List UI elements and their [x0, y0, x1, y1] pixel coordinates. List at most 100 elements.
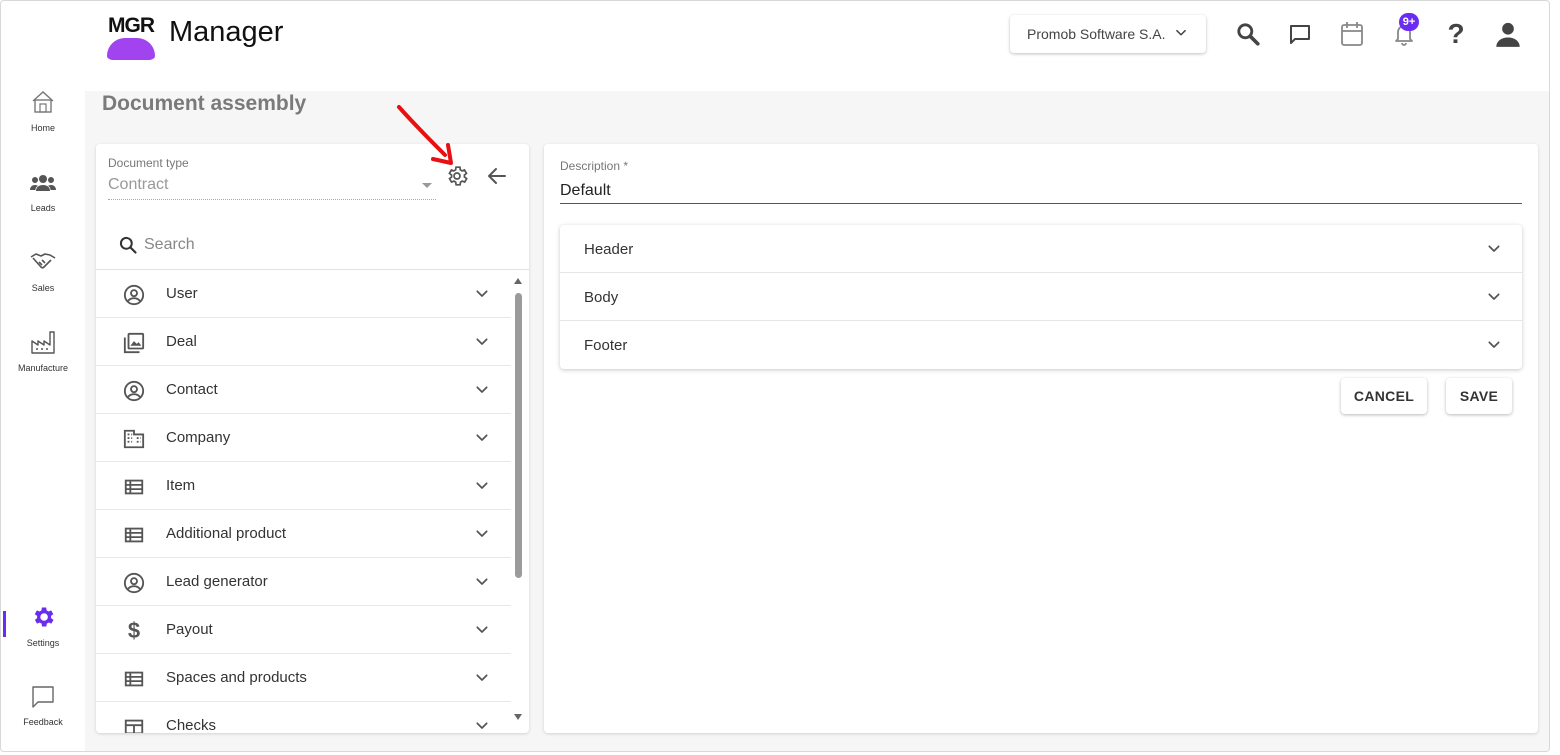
- app-window: MGR Manager Promob Software S.A. 9+ ? Ho…: [0, 0, 1550, 752]
- list-icon: [122, 667, 146, 691]
- handshake-icon: [30, 253, 56, 269]
- annotation-arrow-icon: [397, 105, 453, 165]
- chevron-down-icon[interactable]: [474, 622, 490, 638]
- description-label: Description *: [560, 159, 629, 173]
- document-type-underline: [108, 199, 436, 200]
- gear-icon: [34, 607, 54, 627]
- document-editor-panel: Description * Header Body Footer CANCEL …: [544, 144, 1538, 733]
- list-item[interactable]: Spaces and products: [96, 654, 511, 702]
- company-selector[interactable]: Promob Software S.A.: [1010, 15, 1206, 53]
- list-item[interactable]: Additional product: [96, 510, 511, 558]
- list-item-label: Spaces and products: [166, 669, 307, 686]
- list-item[interactable]: Item: [96, 462, 511, 510]
- search-input[interactable]: [144, 234, 444, 256]
- people-icon: [30, 175, 56, 191]
- app-name: Manager: [169, 16, 284, 48]
- list-icon: [122, 475, 146, 499]
- sidebar-item-settings[interactable]: Settings: [3, 604, 83, 648]
- accordion-label: Body: [584, 289, 619, 306]
- chat-icon[interactable]: [1285, 19, 1315, 49]
- list-item[interactable]: Lead generator: [96, 558, 511, 606]
- scroll-thumb[interactable]: [515, 293, 522, 578]
- factory-icon: [31, 331, 55, 354]
- chevron-down-icon[interactable]: [474, 526, 490, 542]
- list-item[interactable]: User: [96, 270, 511, 318]
- cancel-button[interactable]: CANCEL: [1341, 378, 1427, 414]
- scroll-up-arrow-icon[interactable]: [514, 278, 522, 284]
- help-icon[interactable]: ?: [1441, 18, 1471, 49]
- list-item-label: Lead generator: [166, 573, 268, 590]
- sections-accordion: Header Body Footer: [560, 225, 1522, 369]
- building-icon: [122, 427, 146, 451]
- accordion-label: Footer: [584, 337, 628, 354]
- chevron-down-icon[interactable]: [474, 670, 490, 686]
- fields-panel: Document type Contract User Deal Contact: [96, 144, 529, 733]
- sidebar-item-label: Manufacture: [17, 363, 69, 373]
- chevron-down-icon[interactable]: [1486, 337, 1502, 353]
- image-stack-icon: [122, 331, 146, 355]
- list-item-label: User: [166, 285, 198, 302]
- document-type-label: Document type: [108, 156, 189, 170]
- home-icon: [32, 91, 54, 113]
- account-circle-icon: [122, 379, 146, 403]
- chevron-down-icon: [1176, 29, 1186, 36]
- chevron-down-icon[interactable]: [474, 718, 490, 733]
- sidebar-item-feedback[interactable]: Feedback: [3, 685, 83, 727]
- chevron-down-icon[interactable]: [474, 334, 490, 350]
- company-name: Promob Software S.A.: [1027, 26, 1166, 42]
- search-bar: [96, 224, 529, 270]
- dropdown-caret-icon[interactable]: [422, 183, 432, 188]
- accordion-body[interactable]: Body: [560, 273, 1522, 321]
- list-item[interactable]: Contact: [96, 366, 511, 414]
- sidebar-item-home[interactable]: Home: [3, 89, 83, 133]
- account-circle-icon: [122, 571, 146, 595]
- list-icon: [122, 523, 146, 547]
- sidebar-item-label: Feedback: [23, 717, 63, 727]
- list-item-label: Deal: [166, 333, 197, 350]
- sidebar-item-label: Leads: [30, 203, 56, 213]
- accordion-footer[interactable]: Footer: [560, 321, 1522, 369]
- list-item[interactable]: Deal: [96, 318, 511, 366]
- chevron-down-icon[interactable]: [1486, 241, 1502, 257]
- account-icon[interactable]: [1493, 19, 1523, 49]
- description-field[interactable]: [560, 178, 1522, 204]
- document-type-select[interactable]: Contract: [108, 176, 168, 194]
- field-group-list: User Deal Contact Company Item Additiona…: [96, 270, 511, 733]
- sidebar-item-sales[interactable]: Sales: [3, 249, 83, 293]
- sidebar-item-label: Sales: [31, 283, 55, 293]
- logo-text: MGR: [108, 14, 155, 37]
- account-circle-icon: [122, 283, 146, 307]
- calendar-icon[interactable]: [1337, 19, 1367, 49]
- list-scrollbar[interactable]: [511, 276, 523, 722]
- list-item-label: Item: [166, 477, 196, 494]
- chevron-down-icon[interactable]: [474, 382, 490, 398]
- search-icon: [119, 236, 137, 254]
- chevron-down-icon[interactable]: [474, 286, 490, 302]
- search-icon[interactable]: [1233, 19, 1263, 49]
- list-item-label: Company: [166, 429, 231, 446]
- chevron-down-icon[interactable]: [474, 478, 490, 494]
- sidebar-item-label: Settings: [26, 638, 60, 648]
- list-item[interactable]: Company: [96, 414, 511, 462]
- save-button[interactable]: SAVE: [1446, 378, 1512, 414]
- chevron-down-icon[interactable]: [474, 430, 490, 446]
- sidebar-item-label: Home: [30, 123, 55, 133]
- accordion-header[interactable]: Header: [560, 225, 1522, 273]
- sidebar-item-leads[interactable]: Leads: [3, 171, 83, 213]
- arrow-back-icon[interactable]: [485, 164, 509, 188]
- list-item[interactable]: $ Payout: [96, 606, 511, 654]
- list-item[interactable]: Checks: [96, 702, 511, 733]
- sidebar-item-manufacture[interactable]: Manufacture: [3, 329, 83, 373]
- list-item-label: Checks: [166, 717, 217, 733]
- accordion-label: Header: [584, 241, 634, 258]
- list-item-label: Payout: [166, 621, 213, 638]
- feedback-icon: [32, 686, 54, 708]
- page-title: Document assembly: [102, 92, 307, 115]
- chevron-down-icon[interactable]: [474, 574, 490, 590]
- logo-swoosh: [107, 38, 155, 60]
- chevron-down-icon[interactable]: [1486, 289, 1502, 305]
- scroll-down-arrow-icon[interactable]: [514, 714, 522, 720]
- list-item-label: Contact: [166, 381, 218, 398]
- app-logo[interactable]: MGR: [105, 8, 157, 60]
- notification-badge: 9+: [1399, 13, 1419, 31]
